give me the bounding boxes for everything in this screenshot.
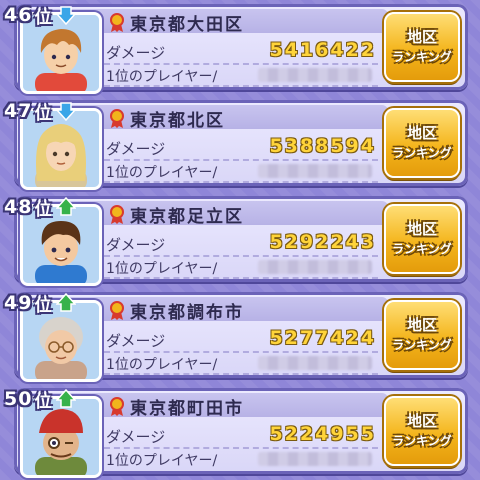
arrow-down-icon	[56, 102, 77, 121]
rank-value: 46	[4, 4, 33, 26]
damage-value: 5277424	[269, 327, 376, 349]
region-ranking-button[interactable]: 地区 ランキング	[384, 204, 460, 274]
damage-value: 5292243	[269, 231, 376, 253]
button-label-line2: ランキング	[392, 434, 452, 448]
ranking-row: 48 位 東京都足立区 ダメージ 5292243 1位のプレイヤー/ 地区 ランキ…	[0, 192, 480, 286]
avatar-shirt	[35, 265, 87, 283]
top-player-label: 1位のプレイヤー/	[106, 69, 218, 85]
ranking-list: 46 位 東京都大田区 ダメージ 5416422 1位のプレイヤー/ 地区 ランキ…	[0, 0, 480, 480]
rank-suffix: 位	[34, 391, 53, 412]
button-label-line1: 地区	[406, 124, 437, 142]
button-label-line1: 地区	[406, 412, 437, 430]
damage-label: ダメージ	[106, 44, 166, 62]
button-label-line2: ランキング	[392, 50, 452, 64]
rank-value: 50	[4, 388, 33, 410]
rank-number: 47 位	[4, 98, 77, 124]
damage-value: 5224955	[269, 423, 376, 445]
rank-number: 50 位	[4, 386, 77, 412]
region-name: 東京都調布市	[130, 303, 244, 323]
arrow-down-icon	[56, 6, 77, 25]
button-label-line2: ランキング	[392, 338, 452, 352]
rank-suffix: 位	[34, 7, 53, 28]
top-player-label: 1位のプレイヤー/	[106, 165, 218, 181]
button-label-line2: ランキング	[392, 146, 452, 160]
top-player-label: 1位のプレイヤー/	[106, 357, 218, 373]
damage-label: ダメージ	[106, 140, 166, 158]
divider	[104, 255, 378, 257]
damage-label: ダメージ	[106, 428, 166, 446]
rank-value: 49	[4, 292, 33, 314]
medal-icon	[110, 205, 124, 224]
rank-value: 48	[4, 196, 33, 218]
arrow-up-icon	[56, 197, 77, 216]
top-player-name-blurred	[258, 452, 372, 466]
rank-number: 46 位	[4, 2, 77, 28]
region-ranking-button[interactable]: 地区 ランキング	[384, 108, 460, 178]
ranking-row: 49 位 東京都調布市 ダメージ 5277424 1位のプレイヤー/ 地区 ランキ…	[0, 288, 480, 382]
button-label-line1: 地区	[406, 316, 437, 334]
medal-icon	[110, 109, 124, 128]
divider	[104, 63, 378, 65]
rank-number: 49 位	[4, 290, 77, 316]
top-player-name-blurred	[258, 68, 372, 82]
button-label-line2: ランキング	[392, 242, 452, 256]
arrow-up-icon	[56, 389, 77, 408]
damage-value: 5388594	[269, 135, 376, 157]
divider	[104, 351, 378, 353]
region-name: 東京都足立区	[130, 207, 244, 227]
button-label-line1: 地区	[406, 28, 437, 46]
rank-suffix: 位	[34, 103, 53, 124]
button-label-line1: 地区	[406, 220, 437, 238]
damage-label: ダメージ	[106, 236, 166, 254]
region-name: 東京都北区	[130, 111, 225, 131]
arrow-up-icon	[56, 293, 77, 312]
medal-icon	[110, 397, 124, 416]
region-name: 東京都大田区	[130, 15, 244, 35]
rank-number: 48 位	[4, 194, 77, 220]
rank-suffix: 位	[34, 199, 53, 220]
region-ranking-button[interactable]: 地区 ランキング	[384, 396, 460, 466]
divider	[104, 159, 378, 161]
medal-icon	[110, 301, 124, 320]
ranking-row: 47 位 東京都北区 ダメージ 5388594 1位のプレイヤー/ 地区 ランキン…	[0, 96, 480, 190]
damage-label: ダメージ	[106, 332, 166, 350]
region-name: 東京都町田市	[130, 399, 244, 419]
rank-value: 47	[4, 100, 33, 122]
rank-suffix: 位	[34, 295, 53, 316]
region-ranking-button[interactable]: 地区 ランキング	[384, 12, 460, 82]
medal-icon	[110, 13, 124, 32]
ranking-row: 50 位 東京都町田市 ダメージ 5224955 1位のプレイヤー/ 地区 ランキ…	[0, 384, 480, 478]
top-player-label: 1位のプレイヤー/	[106, 453, 218, 469]
top-player-name-blurred	[258, 260, 372, 274]
avatar-shirt	[35, 73, 87, 91]
top-player-label: 1位のプレイヤー/	[106, 261, 218, 277]
top-player-name-blurred	[258, 356, 372, 370]
ranking-row: 46 位 東京都大田区 ダメージ 5416422 1位のプレイヤー/ 地区 ランキ…	[0, 0, 480, 94]
region-ranking-button[interactable]: 地区 ランキング	[384, 300, 460, 370]
divider	[104, 447, 378, 449]
top-player-name-blurred	[258, 164, 372, 178]
damage-value: 5416422	[269, 39, 376, 61]
